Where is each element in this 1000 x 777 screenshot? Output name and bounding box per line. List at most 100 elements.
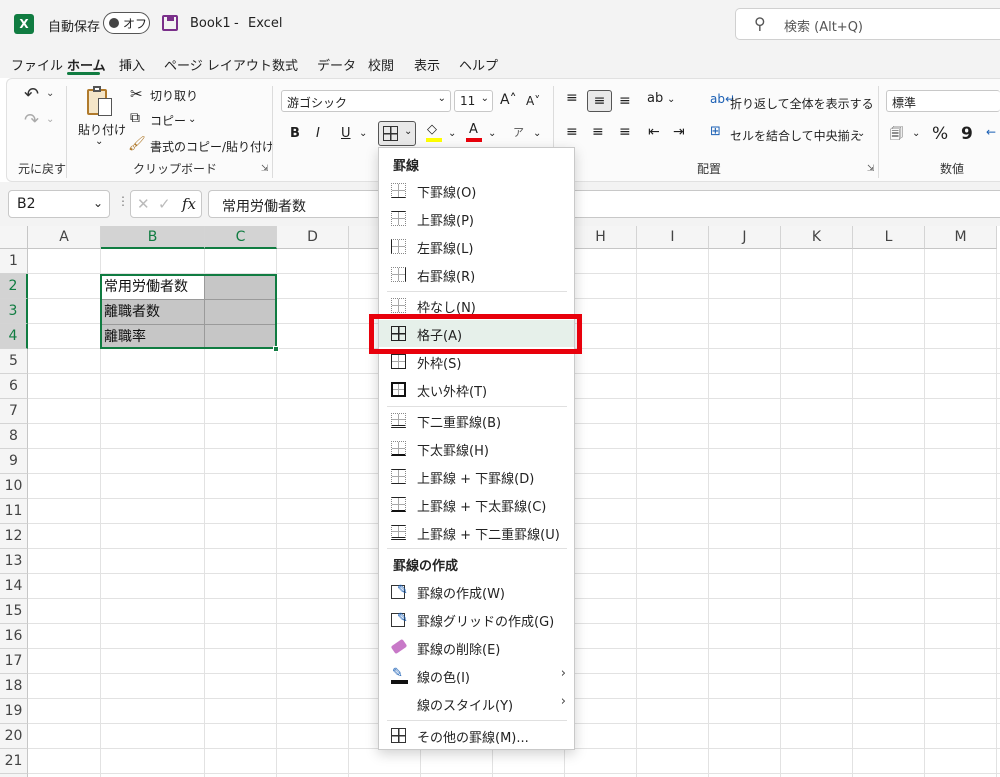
- row-header[interactable]: 15: [0, 599, 28, 624]
- dialog-launcher-icon[interactable]: ⇲: [867, 164, 875, 174]
- column-header[interactable]: D: [277, 226, 349, 249]
- phonetic-icon[interactable]: ア: [513, 124, 524, 140]
- align-bottom-icon[interactable]: ≡: [619, 93, 631, 109]
- tab-review[interactable]: 校閲: [368, 55, 394, 74]
- chevron-down-icon[interactable]: ⌄: [912, 128, 920, 139]
- menu-item[interactable]: ✎ 罫線グリッドの作成(G): [379, 606, 574, 633]
- row-header[interactable]: 10: [0, 474, 28, 499]
- chevron-down-icon[interactable]: ⌄: [359, 128, 367, 139]
- row-header[interactable]: 1: [0, 249, 28, 274]
- copy-button[interactable]: コピー: [150, 112, 186, 129]
- font-size-dropdown[interactable]: 11 ⌄: [454, 90, 493, 112]
- column-header[interactable]: L: [853, 226, 925, 249]
- tab-formulas[interactable]: 数式: [272, 55, 298, 74]
- row-header[interactable]: 20: [0, 724, 28, 749]
- comma-button[interactable]: 9: [961, 124, 973, 144]
- row-header[interactable]: 16: [0, 624, 28, 649]
- column-header[interactable]: C: [205, 226, 277, 249]
- chevron-down-icon[interactable]: ⌄: [46, 114, 54, 125]
- chevron-down-icon[interactable]: ⌄: [857, 128, 865, 139]
- menu-item[interactable]: ✎ 線の色(I) ›: [379, 662, 574, 689]
- menu-item[interactable]: 右罫線(R): [379, 261, 574, 288]
- menu-item[interactable]: 下罫線(O): [379, 177, 574, 204]
- chevron-down-icon[interactable]: ⌄: [488, 128, 496, 139]
- menu-item[interactable]: 罫線の削除(E): [379, 634, 574, 661]
- column-header[interactable]: M: [925, 226, 997, 249]
- menu-item[interactable]: 線のスタイル(Y) ›: [379, 690, 574, 717]
- column-header[interactable]: J: [709, 226, 781, 249]
- enter-icon[interactable]: ✓: [158, 195, 171, 213]
- autosave-toggle[interactable]: オフ: [103, 12, 150, 34]
- underline-button[interactable]: U: [341, 126, 351, 141]
- row-header[interactable]: 9: [0, 449, 28, 474]
- row-header[interactable]: 8: [0, 424, 28, 449]
- menu-item[interactable]: 下二重罫線(B): [379, 407, 574, 434]
- row-header[interactable]: 12: [0, 524, 28, 549]
- chevron-down-icon[interactable]: ⌄: [667, 94, 675, 105]
- tab-help[interactable]: ヘルプ: [459, 55, 498, 74]
- search-box[interactable]: ⚲ 検索 (Alt+Q): [735, 8, 1000, 40]
- menu-item[interactable]: 上罫線(P): [379, 205, 574, 232]
- increase-font-icon[interactable]: A˄: [500, 92, 517, 108]
- dialog-launcher-icon[interactable]: ⇲: [261, 164, 269, 174]
- row-header[interactable]: 5: [0, 349, 28, 374]
- align-top-icon[interactable]: ≡: [566, 90, 578, 106]
- cut-button[interactable]: 切り取り: [150, 87, 198, 104]
- chevron-down-icon[interactable]: ⌄: [95, 136, 103, 147]
- row-header[interactable]: 17: [0, 649, 28, 674]
- menu-item[interactable]: 上罫線 + 下罫線(D): [379, 463, 574, 490]
- cancel-icon[interactable]: ✕: [137, 195, 150, 213]
- decrease-font-icon[interactable]: A˅: [526, 94, 540, 108]
- chevron-down-icon[interactable]: ⌄: [188, 114, 196, 125]
- menu-item[interactable]: 上罫線 + 下二重罫線(U): [379, 519, 574, 546]
- column-header[interactable]: H: [565, 226, 637, 249]
- tab-insert[interactable]: 挿入: [119, 55, 145, 74]
- row-header[interactable]: 7: [0, 399, 28, 424]
- tab-data[interactable]: データ: [317, 55, 356, 74]
- menu-item[interactable]: 上罫線 + 下太罫線(C): [379, 491, 574, 518]
- row-header[interactable]: 19: [0, 699, 28, 724]
- orientation-icon[interactable]: ab: [647, 91, 663, 106]
- row-header[interactable]: 6: [0, 374, 28, 399]
- row-header[interactable]: 11: [0, 499, 28, 524]
- undo-icon[interactable]: ↶: [24, 84, 39, 105]
- increase-decimal-icon[interactable]: ←: [986, 125, 996, 139]
- row-header[interactable]: 4: [0, 324, 28, 349]
- menu-item[interactable]: ✎ 罫線の作成(W): [379, 578, 574, 605]
- cell-b4[interactable]: 離職率: [101, 325, 146, 349]
- row-header[interactable]: 18: [0, 674, 28, 699]
- column-header[interactable]: I: [637, 226, 709, 249]
- borders-button[interactable]: ⌄: [378, 121, 416, 146]
- cell-b2[interactable]: 常用労働者数: [101, 275, 188, 299]
- number-format-dropdown[interactable]: 標準: [886, 90, 1000, 112]
- align-center-icon[interactable]: ≡: [592, 124, 604, 140]
- more-borders-menu-item[interactable]: その他の罫線(M)...: [379, 722, 574, 749]
- font-name-dropdown[interactable]: 游ゴシック ⌄: [281, 90, 451, 112]
- format-painter-button[interactable]: 書式のコピー/貼り付け: [150, 138, 274, 155]
- formula-input[interactable]: 常用労働者数: [208, 190, 1000, 218]
- tab-view[interactable]: 表示: [414, 55, 440, 74]
- font-color-icon[interactable]: A: [466, 122, 482, 142]
- row-header[interactable]: 14: [0, 574, 28, 599]
- tab-page-layout[interactable]: ページ レイアウト: [164, 55, 272, 74]
- decrease-indent-icon[interactable]: ⇤: [648, 124, 660, 140]
- row-header[interactable]: 21: [0, 749, 28, 774]
- fill-handle[interactable]: [273, 346, 279, 352]
- name-box[interactable]: B2 ⌄: [8, 190, 110, 218]
- select-all-corner[interactable]: [0, 226, 28, 249]
- align-middle-icon[interactable]: ≡: [587, 90, 612, 112]
- align-right-icon[interactable]: ≡: [619, 124, 631, 140]
- column-header[interactable]: B: [101, 226, 205, 249]
- wrap-text-button[interactable]: 折り返して全体を表示する: [730, 95, 874, 112]
- insert-function-button[interactable]: fx: [182, 195, 196, 213]
- fill-color-icon[interactable]: ◇: [426, 122, 442, 142]
- menu-item[interactable]: 太い外枠(T): [379, 376, 574, 403]
- column-header[interactable]: A: [28, 226, 101, 249]
- chevron-down-icon[interactable]: ⌄: [448, 128, 456, 139]
- row-header[interactable]: 13: [0, 549, 28, 574]
- chevron-down-icon[interactable]: ⌄: [533, 128, 541, 139]
- chevron-down-icon[interactable]: ⌄: [46, 88, 54, 99]
- tab-file[interactable]: ファイル: [11, 55, 63, 74]
- percent-button[interactable]: %: [932, 124, 948, 144]
- row-header[interactable]: 2: [0, 274, 28, 299]
